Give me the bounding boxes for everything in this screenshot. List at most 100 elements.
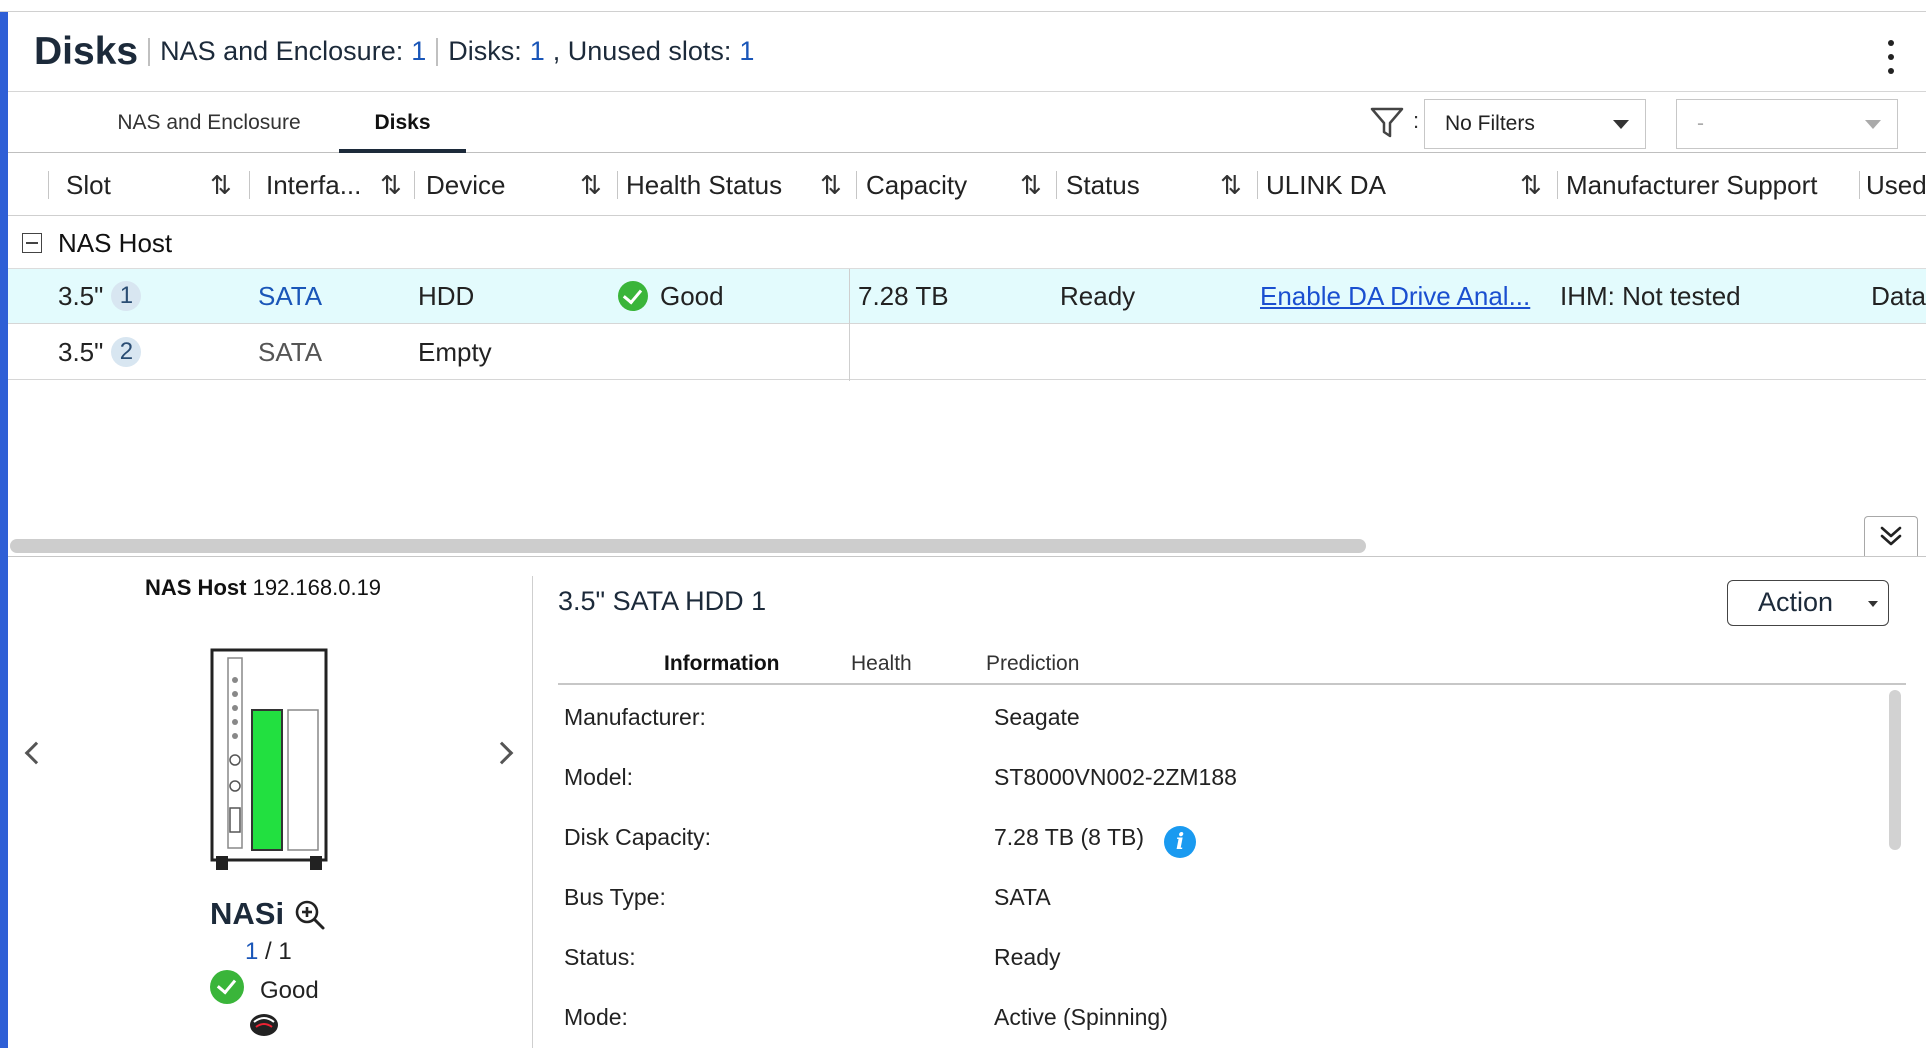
cell-health: Good	[618, 269, 838, 324]
page-title: Disks	[34, 29, 139, 73]
slot-size: 3.5"	[58, 337, 104, 367]
cell-manufacturer-support: IHM: Not tested	[1560, 281, 1741, 311]
info-value: ST8000VN002-2ZM188	[994, 764, 1237, 790]
sort-icon[interactable]: ⇅	[820, 154, 842, 216]
cell-used: Data	[1871, 281, 1926, 311]
chevron-left-icon[interactable]	[24, 741, 48, 765]
unused-slots-label: , Unused slots:	[552, 36, 732, 66]
collapse-icon[interactable]	[22, 233, 42, 253]
table-row[interactable]: 3.5" 1 SATA HDD Good 7.28 TB Ready Enable…	[8, 269, 1926, 324]
cell-device: HDD	[418, 281, 475, 311]
info-key: Status:	[564, 944, 636, 970]
tab-bar: NAS and Enclosure Disks : No Filters -	[8, 93, 1926, 153]
info-icon[interactable]: i	[1164, 826, 1196, 858]
sort-icon[interactable]: ⇅	[1220, 154, 1242, 216]
column-header-interface[interactable]: Interfa...	[266, 154, 384, 216]
column-header-device[interactable]: Device	[426, 154, 576, 216]
nas-host-info: NAS Host 192.168.0.19	[145, 575, 381, 601]
cell-status: Ready	[1060, 281, 1136, 311]
sort-icon[interactable]: ⇅	[210, 154, 232, 216]
secondary-filter-select[interactable]: -	[1676, 99, 1898, 149]
info-key: Manufacturer:	[564, 704, 706, 730]
info-row-status: Status: Ready	[564, 934, 1864, 994]
action-button[interactable]: Action	[1727, 580, 1889, 626]
tab-prediction[interactable]: Prediction	[986, 645, 1079, 685]
horizontal-scrollbar[interactable]	[10, 539, 1366, 553]
column-separator	[1056, 171, 1057, 199]
column-separator	[1257, 171, 1258, 199]
info-row-disk-capacity: Disk Capacity: 7.28 TB (8 TB) i	[564, 814, 1864, 874]
sort-icon[interactable]: ⇅	[580, 154, 602, 216]
info-row-manufacturer: Manufacturer: Seagate	[564, 694, 1864, 754]
more-options-icon[interactable]	[1886, 40, 1896, 74]
column-separator	[414, 171, 415, 199]
chevron-right-icon[interactable]	[490, 741, 514, 765]
filter-select[interactable]: No Filters	[1424, 99, 1646, 149]
column-header-capacity[interactable]: Capacity	[866, 154, 1006, 216]
nas-device-image	[210, 648, 328, 870]
column-header-slot[interactable]: Slot	[66, 154, 206, 216]
page-header: Disks NAS and Enclosure: 1 Disks: 1 , Un…	[8, 12, 1926, 92]
unused-slots-count: 1	[739, 36, 755, 66]
info-value-wrap: 7.28 TB (8 TB) i	[994, 824, 1196, 858]
filter-icon[interactable]	[1368, 105, 1408, 141]
info-row-bus-type: Bus Type: SATA	[564, 874, 1864, 934]
info-value: Seagate	[994, 704, 1080, 730]
tab-information[interactable]: Information	[664, 645, 780, 685]
info-value: Ready	[994, 944, 1061, 970]
info-key: Model:	[564, 764, 634, 790]
secondary-filter-value: -	[1697, 112, 1704, 135]
action-button-label: Action	[1758, 587, 1834, 617]
info-row-model: Model: ST8000VN002-2ZM188	[564, 754, 1864, 814]
group-label: NAS Host	[58, 228, 173, 258]
info-value: Active (Spinning)	[994, 1004, 1168, 1030]
nas-name: NASi	[210, 896, 285, 931]
info-key: Disk Capacity:	[564, 824, 711, 850]
tab-nas-and-enclosure[interactable]: NAS and Enclosure	[104, 93, 314, 153]
column-header-ulink-da[interactable]: ULINK DA	[1266, 154, 1466, 216]
zoom-in-icon[interactable]	[294, 899, 326, 931]
cell-interface: SATA	[258, 337, 323, 367]
table-header: Slot ⇅ Interfa... ⇅ Device ⇅ Health Stat…	[8, 154, 1926, 216]
column-header-used[interactable]: Used	[1866, 154, 1926, 216]
left-accent-bar	[0, 0, 8, 1048]
health-text: Good	[660, 281, 724, 311]
top-rule	[0, 0, 1926, 12]
column-header-health-status[interactable]: Health Status	[626, 154, 816, 216]
slot-number-badge: 1	[111, 281, 142, 311]
column-separator	[856, 171, 857, 199]
chevron-down-icon	[1868, 601, 1878, 607]
chevron-down-icon	[1613, 120, 1629, 129]
detail-tabs: Information Health Prediction	[558, 645, 1906, 685]
panel-split-divider	[532, 576, 533, 1048]
sort-icon[interactable]: ⇅	[1520, 154, 1542, 216]
vertical-scrollbar[interactable]	[1889, 690, 1901, 850]
column-separator	[617, 171, 618, 199]
group-row-nas-host[interactable]: NAS Host	[8, 217, 1926, 269]
info-key: Mode:	[564, 1004, 628, 1030]
tab-disks[interactable]: Disks	[339, 93, 466, 153]
column-separator	[249, 171, 250, 199]
column-separator	[1557, 171, 1558, 199]
nas-count-separator: /	[258, 938, 279, 965]
tab-health[interactable]: Health	[851, 645, 912, 685]
header-separator	[436, 37, 439, 66]
cell-capacity: 7.28 TB	[858, 281, 949, 311]
nas-health: Good	[210, 970, 319, 1005]
nas-host-label: NAS Host	[145, 575, 247, 600]
collapse-panel-button[interactable]	[1864, 516, 1918, 556]
enable-da-drive-analyzer-link[interactable]: Enable DA Drive Anal...	[1260, 269, 1544, 324]
info-value: 7.28 TB (8 TB)	[994, 824, 1144, 850]
filter-colon: :	[1413, 108, 1420, 133]
seagate-logo-icon	[250, 1014, 278, 1036]
table-row[interactable]: 3.5" 2 SATA Empty	[8, 325, 1926, 380]
column-header-status[interactable]: Status	[1066, 154, 1206, 216]
cell-interface[interactable]: SATA	[258, 269, 378, 324]
nas-count-total: 1	[278, 938, 292, 965]
column-header-manufacturer-support[interactable]: Manufacturer Support	[1566, 154, 1856, 216]
info-row-mode: Mode: Active (Spinning)	[564, 994, 1864, 1048]
nas-host-ip: 192.168.0.19	[252, 575, 382, 600]
sort-icon[interactable]: ⇅	[380, 154, 402, 216]
sort-icon[interactable]: ⇅	[1020, 154, 1042, 216]
nas-count-current: 1	[245, 938, 259, 965]
